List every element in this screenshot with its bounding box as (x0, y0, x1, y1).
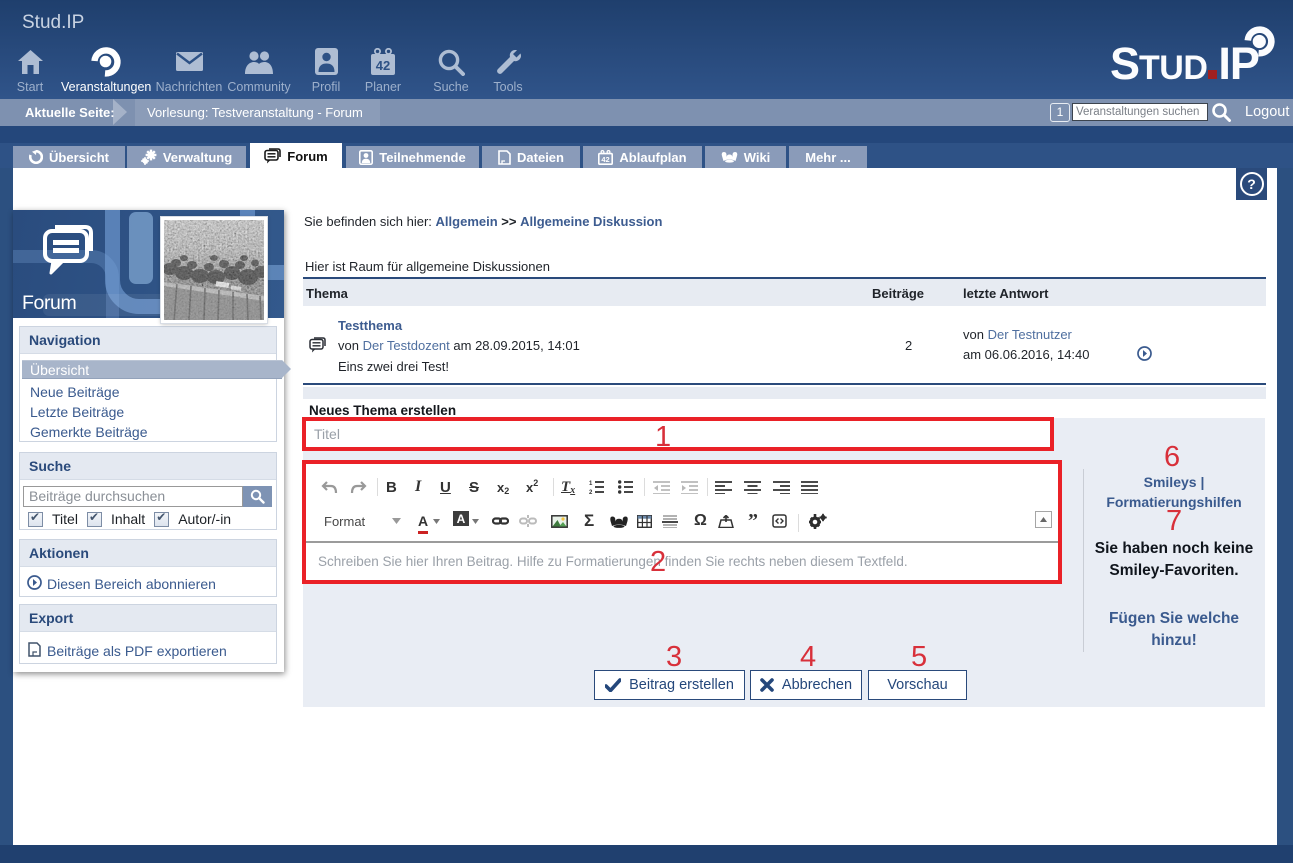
svg-text:42: 42 (376, 58, 390, 73)
svg-text:2: 2 (589, 490, 593, 494)
svg-text:42: 42 (602, 155, 610, 164)
svg-text:1: 1 (589, 481, 593, 487)
